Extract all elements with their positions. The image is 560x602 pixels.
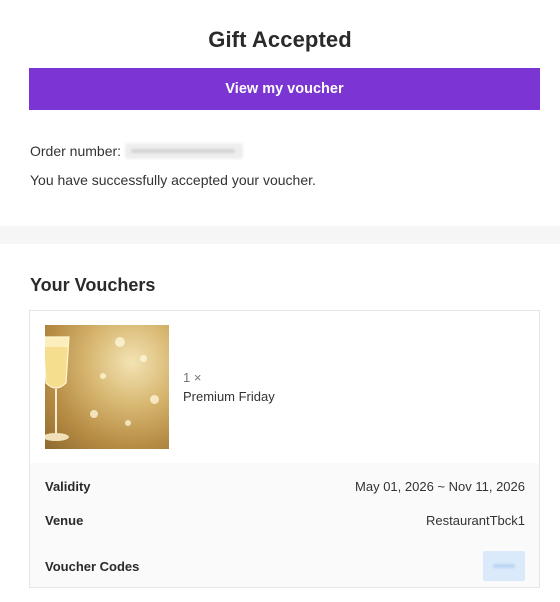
bokeh-sparkle [115, 337, 125, 347]
venue-value: RestaurantTbck1 [426, 513, 525, 528]
order-number-redacted [125, 143, 244, 159]
vouchers-section-title: Your Vouchers [30, 275, 156, 295]
order-number-label: Order number: [30, 143, 122, 159]
validity-row: Validity May 01, 2026 ~ Nov 11, 2026 [45, 479, 525, 494]
voucher-details: Validity May 01, 2026 ~ Nov 11, 2026 Ven… [30, 463, 539, 587]
voucher-code-redacted[interactable] [483, 551, 525, 581]
section-divider [0, 226, 560, 244]
success-message: You have successfully accepted your vouc… [30, 172, 316, 188]
order-number-line: Order number: [30, 143, 244, 159]
confirmation-header: Gift Accepted View my voucher Order numb… [0, 0, 560, 226]
voucher-image [45, 325, 169, 449]
venue-row: Venue RestaurantTbck1 [45, 513, 525, 528]
validity-value: May 01, 2026 ~ Nov 11, 2026 [355, 479, 525, 494]
bokeh-sparkle [90, 410, 98, 418]
voucher-product-name: Premium Friday [183, 389, 275, 404]
bokeh-sparkle [125, 420, 131, 426]
voucher-quantity: 1 × [183, 370, 202, 385]
voucher-codes-label: Voucher Codes [45, 558, 140, 574]
bokeh-sparkle [100, 373, 106, 379]
bokeh-sparkle [150, 395, 159, 404]
venue-label: Venue [45, 513, 84, 528]
voucher-codes-row: Voucher Codes [45, 551, 525, 581]
champagne-glass-icon [45, 336, 70, 441]
bokeh-sparkle [140, 355, 147, 362]
page-title: Gift Accepted [208, 27, 352, 52]
view-voucher-button[interactable]: View my voucher [29, 68, 540, 110]
validity-label: Validity [45, 479, 91, 494]
voucher-card: 1 × Premium Friday Validity May 01, 2026… [29, 310, 540, 588]
